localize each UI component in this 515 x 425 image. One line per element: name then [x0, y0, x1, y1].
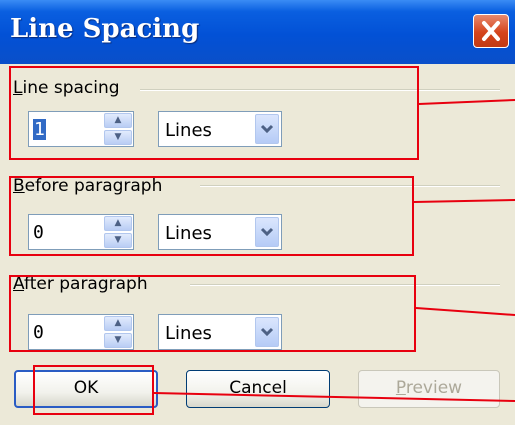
pointer-line	[153, 392, 515, 402]
annotation-pointers	[153, 99, 515, 402]
pointer-line	[418, 99, 515, 105]
pointer-line	[413, 199, 515, 203]
pointer-line	[415, 307, 515, 316]
